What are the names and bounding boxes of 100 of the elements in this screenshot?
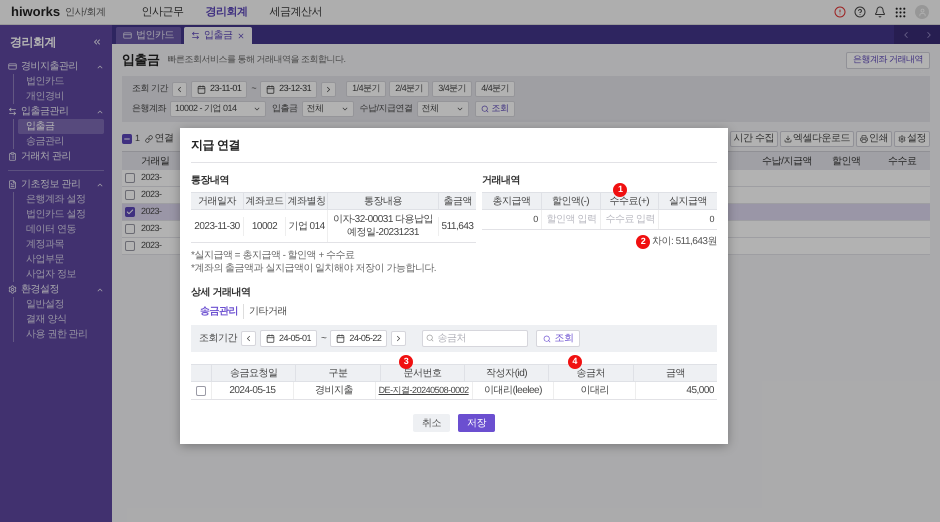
dialog-title: 지급 연결 — [191, 136, 717, 163]
next-button[interactable] — [321, 82, 336, 96]
sidebar-item[interactable]: 은행계좌 설정 — [18, 192, 104, 207]
table-cell-text: 2023-11-30 — [193, 220, 241, 234]
checkbox[interactable] — [125, 207, 135, 217]
help-icon[interactable] — [854, 6, 866, 18]
column-header: 거래일 — [140, 154, 170, 168]
toolbar-button[interactable]: 엑셀다운로드 — [780, 130, 854, 146]
sidebar-item[interactable]: 계정과목 — [18, 237, 104, 252]
checkbox[interactable] — [122, 134, 132, 144]
quarter-button[interactable]: 1/4분기 — [346, 81, 386, 97]
input-field[interactable]: 할인액 입력 — [544, 210, 596, 229]
checkbox[interactable] — [125, 241, 135, 251]
tab-label: 입출금 — [204, 29, 232, 43]
quarter-button[interactable]: 3/4분기 — [432, 81, 472, 97]
checkbox[interactable] — [125, 190, 135, 200]
search-button[interactable]: 조회 — [536, 330, 580, 347]
toolbar-button[interactable]: 시간 수집 — [730, 130, 778, 146]
next-button[interactable] — [391, 331, 406, 346]
annotation-marker: 1 — [613, 183, 628, 197]
sidebar-section[interactable]: 거래처 관리 — [8, 149, 104, 164]
tab[interactable]: 기타거래 — [243, 304, 292, 319]
quarter-button[interactable]: 2/4분기 — [389, 81, 430, 97]
select-field[interactable]: 전체 — [416, 101, 469, 117]
table-cell-text: 경비지출 — [315, 384, 354, 398]
filter-label: 입출금 — [272, 102, 298, 116]
table-cell-text: 2023- — [140, 188, 162, 202]
apps-grid-icon[interactable] — [894, 6, 907, 18]
checkbox[interactable] — [125, 173, 135, 183]
tab[interactable]: 입출금 — [184, 27, 252, 44]
filter-label: 조회 기간 — [132, 82, 168, 96]
search-icon — [480, 105, 489, 113]
sidebar-item[interactable]: 개인경비 — [18, 89, 104, 104]
sidebar-item[interactable]: 데이터 연동 — [18, 222, 104, 237]
date-field[interactable]: 23-11-01 — [191, 80, 248, 98]
alert-icon[interactable] — [834, 6, 846, 18]
date-field[interactable]: 23-12-31 — [260, 80, 318, 98]
toolbar-button[interactable]: 인쇄 — [856, 130, 892, 146]
table-cell-text: 2023- — [140, 239, 162, 252]
chevron-down-icon — [340, 105, 348, 113]
document-link[interactable]: DE-지결-20240508-0002 — [378, 384, 469, 398]
collapse-icon[interactable] — [92, 37, 102, 47]
search-field[interactable]: 송금처 — [422, 330, 528, 347]
column-header: 할인액 — [830, 154, 862, 168]
nav-link[interactable]: 세금계산서 — [269, 4, 322, 20]
chevron-left-icon — [244, 334, 253, 343]
quarter-button[interactable]: 4/4분기 — [475, 81, 516, 97]
date-field[interactable]: 24-05-01 — [260, 330, 318, 347]
filter-label: 조회기간 — [199, 332, 237, 346]
close-icon[interactable] — [236, 32, 244, 40]
sidebar-item[interactable]: 사용 권한 관리 — [18, 327, 104, 342]
cancel-button[interactable]: 취소 — [413, 414, 450, 432]
sidebar-item[interactable]: 결재 양식 — [18, 312, 104, 327]
sidebar-title: 경리회계 — [10, 34, 56, 51]
search-button[interactable]: 조회 — [474, 101, 515, 117]
page-title: 입출금 — [122, 51, 160, 70]
checkbox[interactable] — [196, 386, 206, 396]
annotation-marker: 2 — [636, 234, 650, 248]
sidebar-item[interactable]: 사업부문 — [18, 252, 104, 267]
sidebar-item[interactable]: 일반설정 — [18, 297, 104, 312]
sidebar-section[interactable]: 입출금관리 — [8, 104, 104, 119]
select-field[interactable]: 10002 - 기업 014 — [170, 101, 266, 117]
date-field[interactable]: 24-05-22 — [330, 330, 388, 347]
input-field[interactable]: 수수료 입력 — [604, 210, 656, 229]
column-header: 출금액 — [443, 194, 472, 208]
select-field[interactable]: 전체 — [302, 101, 354, 117]
sidebar-item[interactable]: 법인카드 설정 — [18, 207, 104, 222]
link-button[interactable]: 연결 — [144, 131, 174, 146]
link-icon — [144, 134, 153, 142]
sidebar-item[interactable]: 송금관리 — [18, 134, 104, 149]
previous-button[interactable] — [241, 331, 256, 346]
section-title: 상세 거래내역 — [191, 286, 252, 300]
bank-history-button[interactable]: 은행계좌 거래내역 — [846, 52, 930, 68]
chevron-down-icon — [253, 105, 261, 113]
column-header: 계좌별칭 — [288, 194, 326, 208]
nav-link[interactable]: 인사근무 — [141, 4, 184, 20]
tab[interactable]: 송금관리 — [195, 304, 243, 319]
sidebar-section[interactable]: 환경설정 — [8, 282, 104, 297]
logo[interactable]: hiworks — [11, 2, 60, 22]
note-text: *실지급액 = 총지급액 - 할인액 + 수수료 — [191, 249, 356, 262]
search-icon — [543, 334, 552, 342]
nav-link[interactable]: 경리회계 — [205, 4, 248, 20]
save-button[interactable]: 저장 — [458, 414, 495, 432]
filter-label: 은행계좌 — [132, 102, 166, 116]
column-header: 작성자(id) — [486, 366, 528, 380]
checkbox[interactable] — [125, 224, 135, 234]
sidebar-section[interactable]: 기초정보 관리 — [8, 177, 104, 192]
sidebar-item[interactable]: 사업자 정보 — [18, 267, 104, 282]
sidebar-section[interactable]: 경비지출관리 — [8, 59, 104, 74]
notification-icon[interactable] — [874, 6, 886, 18]
sidebar-item[interactable]: 법인카드 — [18, 74, 104, 89]
previous-button[interactable] — [172, 82, 188, 96]
column-header: 수수료 — [886, 154, 918, 168]
settings-icon — [898, 134, 906, 142]
table-cell-text: 2023- — [140, 171, 162, 184]
difference-text: 차이: 511,643원 — [652, 235, 717, 249]
calendar-icon — [197, 84, 206, 94]
settings-icon — [8, 285, 17, 294]
toolbar-button[interactable]: 설정 — [894, 130, 930, 146]
tab[interactable]: 법인카드 — [116, 27, 181, 44]
